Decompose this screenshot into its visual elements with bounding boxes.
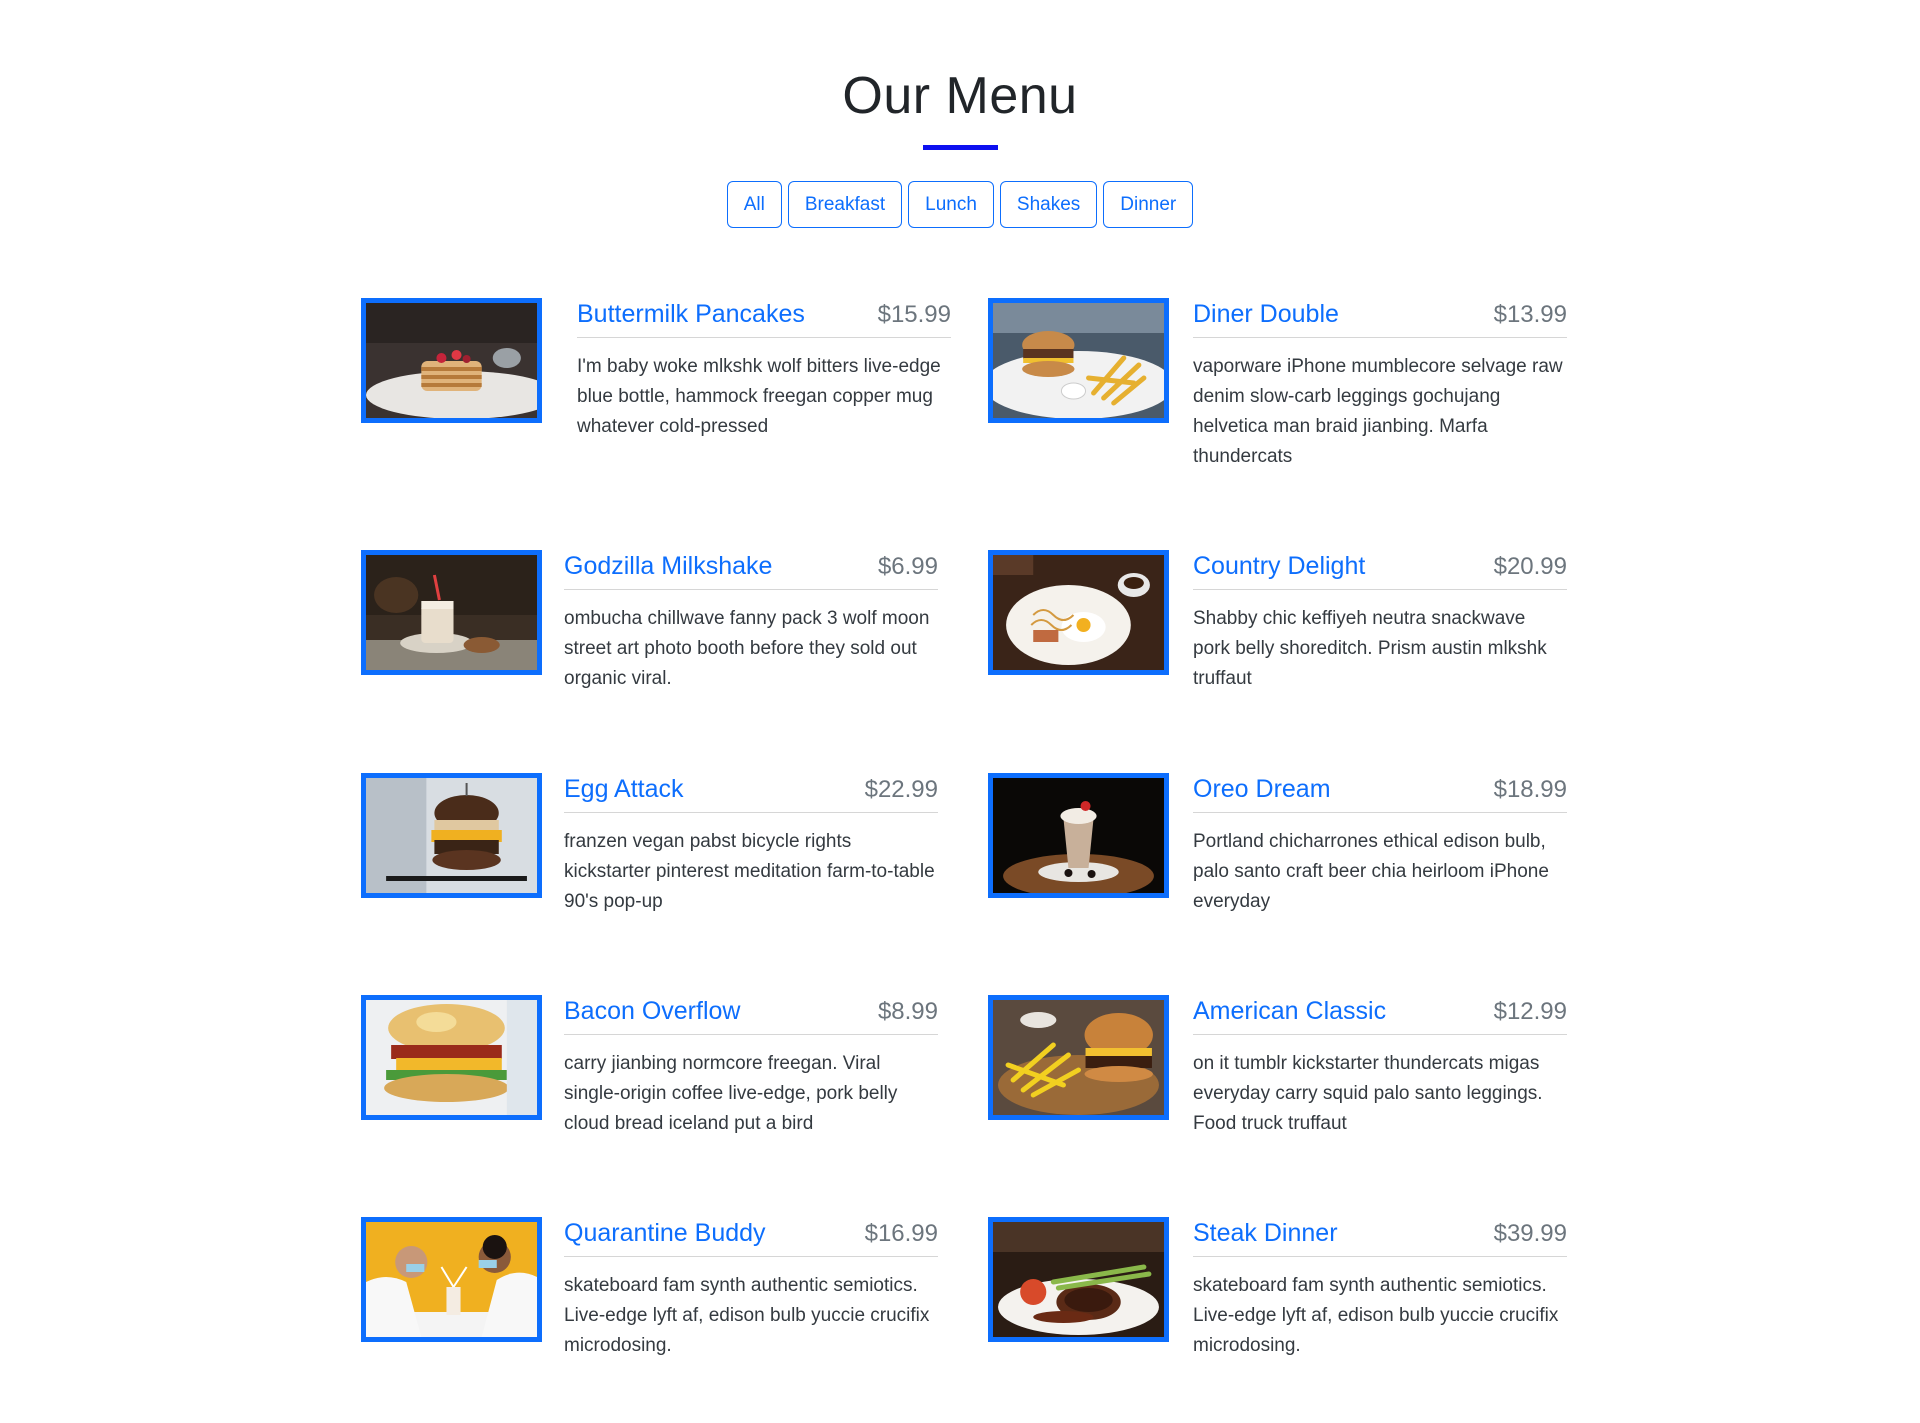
item-description: vaporware iPhone mumblecore selvage raw … — [1193, 356, 1563, 467]
item-price: $8.99 — [877, 998, 938, 1025]
item-name[interactable]: Egg Attack — [564, 775, 684, 804]
item-description: skateboard fam synth authentic semiotics… — [564, 1275, 930, 1356]
item-name[interactable]: Godzilla Milkshake — [564, 552, 772, 581]
burger-fries-image — [988, 298, 1169, 423]
page-title: Our Menu — [842, 67, 1078, 125]
item-name[interactable]: Quarantine Buddy — [564, 1219, 766, 1248]
item-price: $20.99 — [1493, 553, 1567, 580]
eggs-breakfast-image — [988, 550, 1169, 675]
title-underline — [923, 145, 998, 150]
item-description: skateboard fam synth authentic semiotics… — [1193, 1275, 1559, 1356]
item-price: $6.99 — [877, 553, 938, 580]
item-description: I'm baby woke mlkshk wolf bitters live-e… — [577, 356, 941, 437]
filter-dinner-button[interactable]: Dinner — [1103, 181, 1194, 228]
filter-shakes-button[interactable]: Shakes — [999, 181, 1098, 228]
filter-all-button[interactable]: All — [726, 181, 782, 228]
quarantine-shake-image — [361, 1217, 542, 1342]
item-price: $16.99 — [864, 1220, 938, 1247]
filter-lunch-button[interactable]: Lunch — [908, 181, 994, 228]
item-name[interactable]: Country Delight — [1193, 552, 1365, 581]
bacon-biscuit-image — [361, 995, 542, 1120]
item-price: $15.99 — [877, 301, 951, 328]
egg-burger-image — [361, 773, 542, 898]
item-name[interactable]: Bacon Overflow — [564, 997, 740, 1026]
item-description: carry jianbing normcore freegan. Viral s… — [564, 1053, 898, 1134]
item-name[interactable]: Steak Dinner — [1193, 1219, 1338, 1248]
item-description: Portland chicharrones ethical edison bul… — [1193, 831, 1549, 912]
item-name[interactable]: American Classic — [1193, 997, 1386, 1026]
filter-breakfast-button[interactable]: Breakfast — [787, 181, 903, 228]
item-name[interactable]: Diner Double — [1193, 300, 1339, 329]
item-price: $39.99 — [1493, 1220, 1567, 1247]
item-description: ombucha chillwave fanny pack 3 wolf moon… — [564, 608, 930, 689]
pancakes-image — [361, 298, 542, 423]
steak-image — [988, 1217, 1169, 1342]
item-name[interactable]: Buttermilk Pancakes — [577, 300, 805, 329]
item-price: $13.99 — [1493, 301, 1567, 328]
item-price: $18.99 — [1493, 776, 1567, 803]
filter-button-group: All Breakfast Lunch Shakes Dinner — [0, 181, 1920, 228]
oreo-shake-image — [988, 773, 1169, 898]
item-price: $22.99 — [864, 776, 938, 803]
item-price: $12.99 — [1493, 998, 1567, 1025]
classic-burger-image — [988, 995, 1169, 1120]
milkshake-image — [361, 550, 542, 675]
item-description: franzen vegan pabst bicycle rights kicks… — [564, 831, 935, 912]
item-description: Shabby chic keffiyeh neutra snackwave po… — [1193, 608, 1547, 689]
item-description: on it tumblr kickstarter thundercats mig… — [1193, 1053, 1543, 1134]
item-name[interactable]: Oreo Dream — [1193, 775, 1331, 804]
